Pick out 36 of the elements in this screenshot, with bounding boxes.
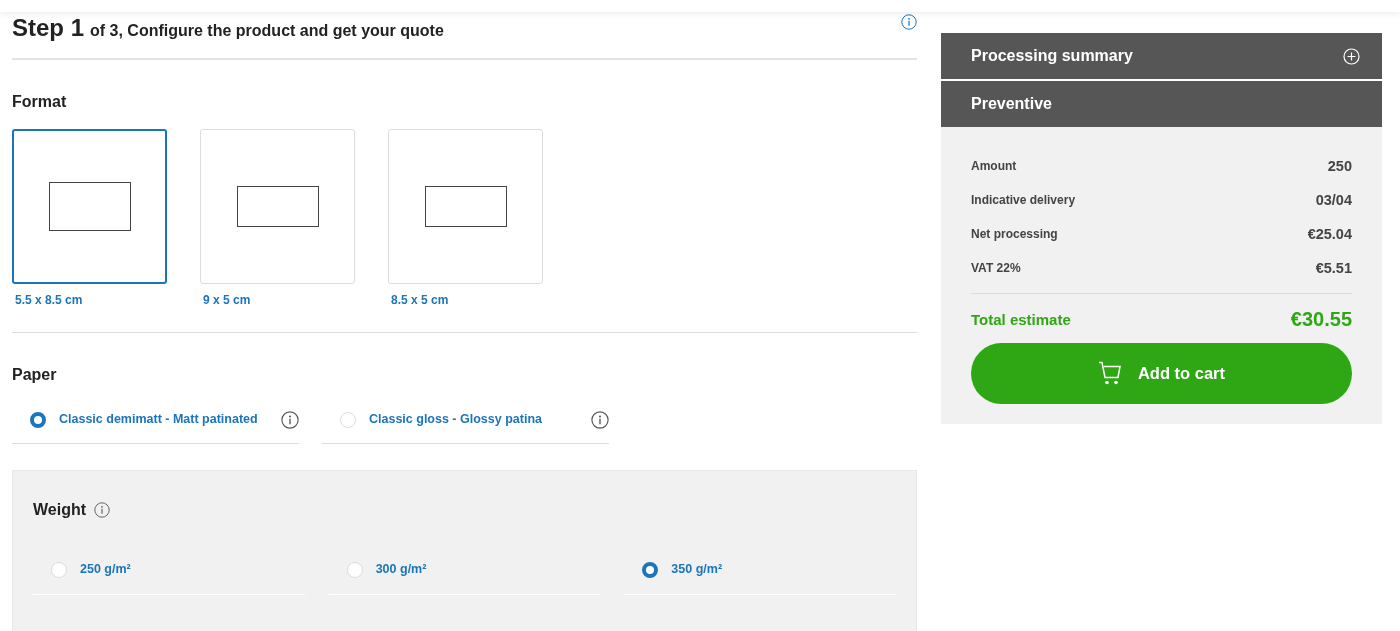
summary-label: Net processing (971, 227, 1058, 241)
summary-value: 03/04 (1315, 192, 1352, 208)
cart-icon (1097, 361, 1122, 386)
section-title: Format (12, 93, 68, 111)
summary-label: VAT 22% (971, 261, 1021, 275)
total-label: Total estimate (971, 311, 1071, 328)
radio-button[interactable] (30, 411, 46, 428)
section-title: Paper (12, 366, 58, 384)
section-header: Preventive (941, 81, 1382, 127)
weight-option-label: 350 g/m² (671, 562, 724, 577)
summary-value: €5.51 (1315, 260, 1352, 276)
summary-header[interactable]: Processing summary (941, 33, 1382, 79)
total-value: €30.55 (1290, 308, 1352, 331)
format-label: 9 x 5 cm (202, 293, 252, 307)
summary-value: €25.04 (1307, 226, 1352, 242)
summary-value: 250 (1327, 158, 1352, 174)
format-label: 8.5 x 5 cm (390, 293, 450, 307)
step-heading: Step 1 of 3, Configure the product and get your quote (12, 14, 444, 42)
rectangle-icon (236, 186, 319, 227)
summary-label: Amount (971, 159, 1017, 173)
info-icon[interactable] (591, 410, 609, 429)
section-title: Weight (33, 501, 87, 519)
info-icon[interactable] (901, 14, 917, 30)
format-label: 5.5 x 8.5 cm (14, 293, 84, 307)
rectangle-icon (48, 182, 131, 231)
format-card[interactable] (12, 129, 167, 284)
info-icon[interactable] (94, 502, 111, 518)
paper-option-label: Classic demimatt - Matt patinated (59, 412, 259, 427)
weight-option-label: 300 g/m² (375, 562, 428, 577)
radio-button[interactable] (642, 561, 659, 578)
summary-label: Indicative delivery (971, 193, 1076, 207)
weight-option-label: 250 g/m² (80, 562, 132, 577)
rectangle-icon (424, 186, 507, 227)
info-icon[interactable] (281, 410, 299, 429)
paper-option-label: Classic gloss - Glossy patina (369, 412, 543, 427)
plus-icon[interactable] (1343, 47, 1360, 65)
